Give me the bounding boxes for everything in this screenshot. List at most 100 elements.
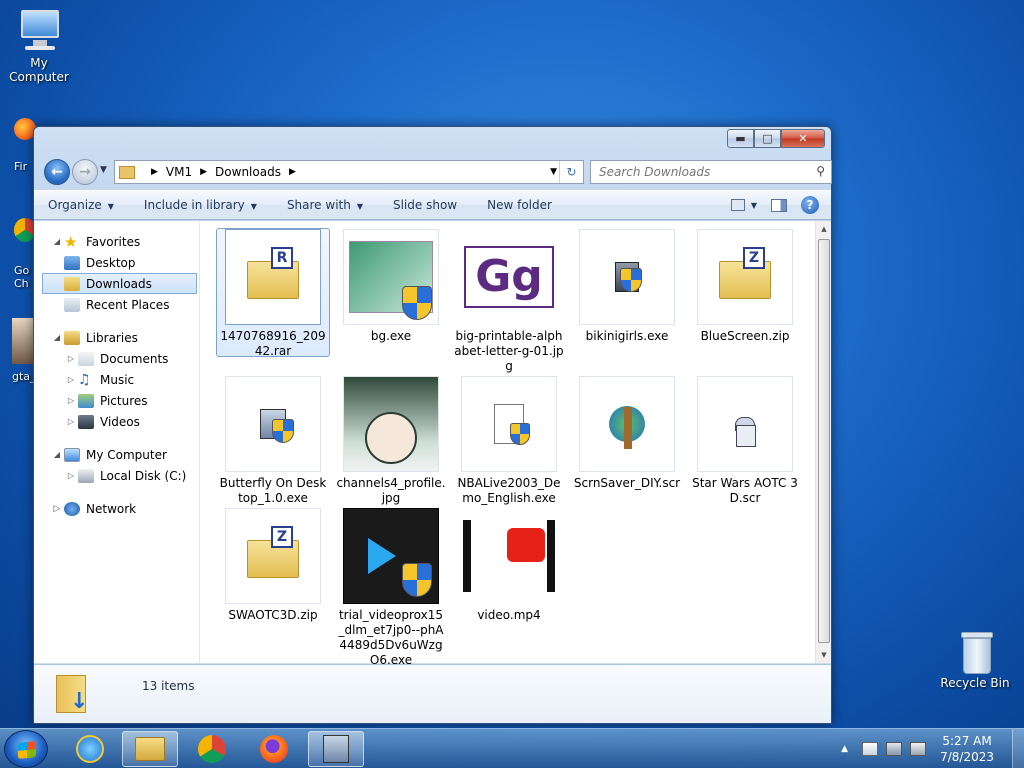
preview-pane-icon[interactable]	[771, 198, 787, 212]
file-item[interactable]: bg.exe	[334, 229, 448, 344]
nav-my-computer[interactable]: ◢ My Computer	[34, 444, 199, 465]
image-thumbnail	[343, 376, 439, 472]
chevron-down-icon[interactable]: ▼	[751, 201, 757, 210]
taskbar-chrome[interactable]	[184, 731, 240, 767]
clock[interactable]: 5:27 AM 7/8/2023	[940, 733, 994, 765]
vertical-scrollbar[interactable]: ▲ ▼	[815, 221, 831, 663]
recent-pages-dropdown[interactable]: ▼	[100, 165, 107, 175]
include-in-library-button[interactable]: Include in library ▼	[144, 198, 257, 212]
help-icon[interactable]: ?	[801, 196, 819, 214]
search-icon[interactable]: ⚲	[816, 164, 825, 178]
expand-icon[interactable]: ▷	[64, 354, 78, 363]
breadcrumb-downloads[interactable]: Downloads	[215, 165, 281, 179]
taskbar-installer[interactable]	[308, 731, 364, 767]
nav-downloads[interactable]: Downloads	[42, 273, 197, 294]
r2d2-icon	[697, 376, 793, 472]
file-item[interactable]: ScrnSaver_DIY.scr	[570, 376, 684, 491]
close-button[interactable]: ✕	[781, 129, 825, 148]
taskbar-windows-explorer[interactable]	[122, 731, 178, 767]
nav-network[interactable]: ▷ Network	[34, 498, 199, 519]
breadcrumb-vm1[interactable]: VM1	[166, 165, 192, 179]
start-button[interactable]	[4, 730, 48, 768]
videoproc-icon	[343, 508, 439, 604]
expand-icon[interactable]: ▷	[64, 375, 78, 384]
pictures-icon	[78, 393, 94, 408]
file-item[interactable]: channels4_profile.jpg	[334, 376, 448, 506]
file-item[interactable]: Butterfly On Desktop_1.0.exe	[216, 376, 330, 506]
refresh-button[interactable]: ↻	[559, 161, 583, 183]
nav-music[interactable]: ▷ ♫ Music	[34, 369, 199, 390]
file-name: trial_videoprox15_dlm_et7jp0--phA4489d5D…	[338, 608, 444, 667]
nav-videos[interactable]: ▷ Videos	[34, 411, 199, 432]
expand-icon[interactable]: ▷	[64, 417, 78, 426]
taskbar-internet-explorer[interactable]	[62, 731, 118, 767]
expand-icon[interactable]: ▷	[50, 504, 64, 514]
star-icon: ★	[64, 232, 78, 251]
videos-icon	[78, 414, 94, 429]
forward-button[interactable]: →	[72, 159, 98, 185]
window-controls: ▬ □ ✕	[727, 129, 825, 148]
file-item[interactable]: video.mp4	[452, 508, 566, 623]
address-bar[interactable]: ▶ VM1 ▶ Downloads ▶ ▼ ↻	[114, 160, 584, 184]
action-center-icon[interactable]	[862, 742, 879, 756]
collapse-icon[interactable]: ◢	[50, 237, 64, 246]
change-view-icon[interactable]	[730, 199, 745, 211]
expand-icon[interactable]: ▷	[64, 471, 78, 480]
minimize-button[interactable]: ▬	[727, 129, 754, 148]
nav-local-disk[interactable]: ▷ Local Disk (C:)	[34, 465, 199, 486]
file-item[interactable]: Gg big-printable-alphabet-letter-g-01.jp…	[452, 229, 566, 374]
address-dropdown-icon[interactable]: ▼	[550, 167, 557, 177]
nav-desktop[interactable]: Desktop	[34, 252, 199, 273]
nav-label: Documents	[100, 351, 169, 366]
nav-favorites[interactable]: ◢ ★ Favorites	[34, 231, 199, 252]
network-status-icon[interactable]	[886, 742, 903, 756]
zip-folder-icon: Z	[225, 508, 321, 604]
file-item[interactable]: bikinigirls.exe	[570, 229, 684, 344]
new-folder-button[interactable]: New folder	[487, 198, 552, 212]
windows-logo-icon	[18, 741, 36, 759]
show-hidden-icons-icon[interactable]: ▲	[841, 744, 848, 754]
show-desktop-button[interactable]	[1012, 729, 1024, 768]
scroll-down-icon[interactable]: ▼	[816, 647, 832, 663]
nav-recent-places[interactable]: Recent Places	[34, 294, 199, 315]
taskbar-firefox[interactable]	[246, 731, 302, 767]
collapse-icon[interactable]: ◢	[50, 333, 64, 342]
exe-shield-icon	[343, 229, 439, 325]
slide-show-button[interactable]: Slide show	[393, 198, 457, 212]
nav-documents[interactable]: ▷ Documents	[34, 348, 199, 369]
file-item[interactable]: Star Wars AOTC 3D.scr	[688, 376, 802, 506]
search-box[interactable]: ⚲	[590, 160, 832, 184]
scroll-thumb[interactable]	[818, 239, 830, 643]
chevron-right-icon: ▶	[151, 167, 158, 177]
search-input[interactable]	[599, 165, 799, 179]
nav-pictures[interactable]: ▷ Pictures	[34, 390, 199, 411]
music-icon: ♫	[78, 371, 91, 388]
file-item[interactable]: Z BlueScreen.zip	[688, 229, 802, 344]
file-list: R 1470768916_20942.rar bg.exe Gg big-pri…	[201, 221, 815, 667]
organize-button[interactable]: Organize ▼	[48, 198, 114, 212]
expand-icon[interactable]: ▷	[64, 396, 78, 405]
item-count: 13 items	[142, 679, 195, 693]
desktop-icon-gta-partial[interactable]: gta_	[12, 318, 36, 383]
back-button[interactable]: ←	[44, 159, 70, 185]
file-item[interactable]: trial_videoprox15_dlm_et7jp0--phA4489d5D…	[334, 508, 448, 668]
chevron-right-icon: ▶	[288, 167, 296, 177]
navigation-pane: ◢ ★ Favorites Desktop Downloads Recent P…	[34, 221, 200, 663]
file-item[interactable]: R 1470768916_20942.rar	[216, 228, 330, 358]
desktop-icon-recycle-bin[interactable]: Recycle Bin	[936, 630, 1014, 690]
downloads-folder-icon: ↓	[56, 671, 92, 714]
maximize-button[interactable]: □	[754, 129, 781, 148]
desktop-icon-my-computer[interactable]: My Computer	[0, 10, 78, 84]
scroll-up-icon[interactable]: ▲	[816, 221, 832, 237]
volume-muted-icon[interactable]	[910, 742, 927, 756]
share-with-button[interactable]: Share with ▼	[287, 198, 363, 212]
file-item[interactable]: Z SWAOTC3D.zip	[216, 508, 330, 623]
nav-libraries[interactable]: ◢ Libraries	[34, 327, 199, 348]
collapse-icon[interactable]: ◢	[50, 450, 64, 459]
file-name: channels4_profile.jpg	[336, 476, 446, 505]
computer-icon	[64, 447, 80, 462]
file-item[interactable]: NBALive2003_Demo_English.exe	[452, 376, 566, 506]
taskbar: ▲ 5:27 AM 7/8/2023	[0, 728, 1024, 768]
video-thumbnail	[461, 508, 557, 604]
image-icon	[12, 318, 34, 364]
